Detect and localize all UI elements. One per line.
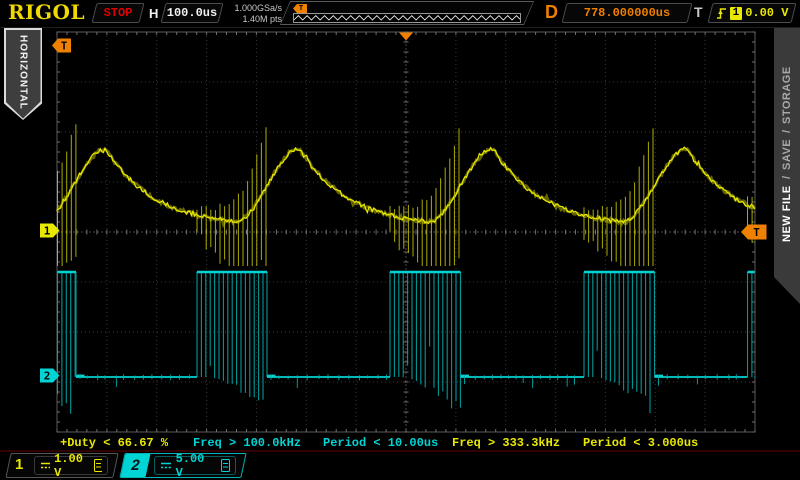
menu-separator: /	[781, 176, 793, 179]
rigol-logo: RIGOL	[8, 0, 85, 24]
measurement-period-1: Period < 10.00us	[323, 436, 438, 450]
channel-1-scale: 1.00 V	[54, 452, 90, 480]
timebase-value[interactable]: 100.0us	[163, 3, 221, 23]
run-status-text: STOP	[104, 6, 133, 20]
tab-body: HORIZONTAL	[6, 30, 41, 119]
trigger-settings[interactable]: 1 0.00 V	[710, 3, 794, 23]
horizontal-label: H	[149, 6, 158, 21]
menu-tab-horizontal[interactable]: HORIZONTAL	[4, 28, 42, 120]
softkey-menu-labels: NEW FILE / SAVE / STORAGE	[774, 28, 800, 280]
measurement-period-2: Period < 3.000us	[583, 436, 698, 450]
svg-text:2: 2	[44, 370, 51, 383]
svg-text:1: 1	[44, 225, 51, 238]
rising-edge-icon	[716, 6, 727, 20]
trigger-source-badge: 1	[730, 7, 743, 20]
svg-text:T: T	[753, 226, 760, 239]
channel-1-values: 1.00 V	[34, 456, 108, 475]
sample-rate: 1.000GSa/s	[224, 3, 282, 14]
channel-2-number: 2	[121, 454, 151, 477]
top-status-bar: RIGOL STOP H 100.0us 1.000GSa/s 1.40M pt…	[0, 0, 800, 28]
memory-position-indicator[interactable]: T	[280, 1, 534, 25]
softkey-menu-tab: NEW FILE / SAVE / STORAGE	[774, 28, 800, 304]
menu-tab-label: HORIZONTAL	[18, 35, 29, 119]
menu-item-save[interactable]: SAVE	[781, 139, 793, 170]
dc-coupling-icon	[40, 461, 50, 470]
probe-icon	[94, 459, 102, 472]
ch2-baseline	[76, 376, 755, 378]
dc-coupling-icon	[160, 461, 172, 470]
measurement-freq-2: Freq > 333.3kHz	[452, 436, 560, 450]
channel-2-status[interactable]: 2 5.00 V	[122, 453, 244, 478]
trigger-label: T	[694, 4, 703, 20]
trigger-level-value: 0.00 V	[745, 6, 788, 20]
menu-separator: /	[781, 130, 793, 133]
delay-value[interactable]: 778.000000us	[564, 3, 690, 23]
probe-icon	[221, 459, 230, 472]
channel-2-values: 5.00 V	[154, 456, 236, 475]
delay-label: D	[545, 2, 558, 23]
memory-depth: 1.40M pts	[224, 14, 282, 25]
measurement-freq-1: Freq > 100.0kHz	[193, 436, 301, 450]
channel-1-status[interactable]: 1 1.00 V	[8, 453, 116, 478]
oscilloscope-screen: T T 1 2 RIGOL STOP H 100.0us 1.000GSa/s 1.4…	[0, 0, 800, 480]
channel-2-scale: 5.00 V	[176, 452, 218, 480]
memory-waveform-preview	[293, 13, 521, 23]
run-status-badge[interactable]: STOP	[94, 3, 142, 23]
trigger-position-marker[interactable]	[399, 33, 413, 41]
channel-status-bar: 1 1.00 V 2	[0, 452, 800, 480]
menu-item-storage[interactable]: STORAGE	[781, 66, 793, 124]
svg-text:T: T	[61, 41, 67, 53]
measurement-duty: +Duty < 66.67 %	[60, 436, 168, 450]
ch1-switching-spikes	[58, 124, 753, 266]
channel-1-number: 1	[15, 456, 23, 473]
scope-graticule: T T 1 2	[0, 0, 800, 452]
menu-item-new-file[interactable]: NEW FILE	[781, 185, 793, 242]
acquisition-info: 1.000GSa/s 1.40M pts	[224, 3, 282, 24]
